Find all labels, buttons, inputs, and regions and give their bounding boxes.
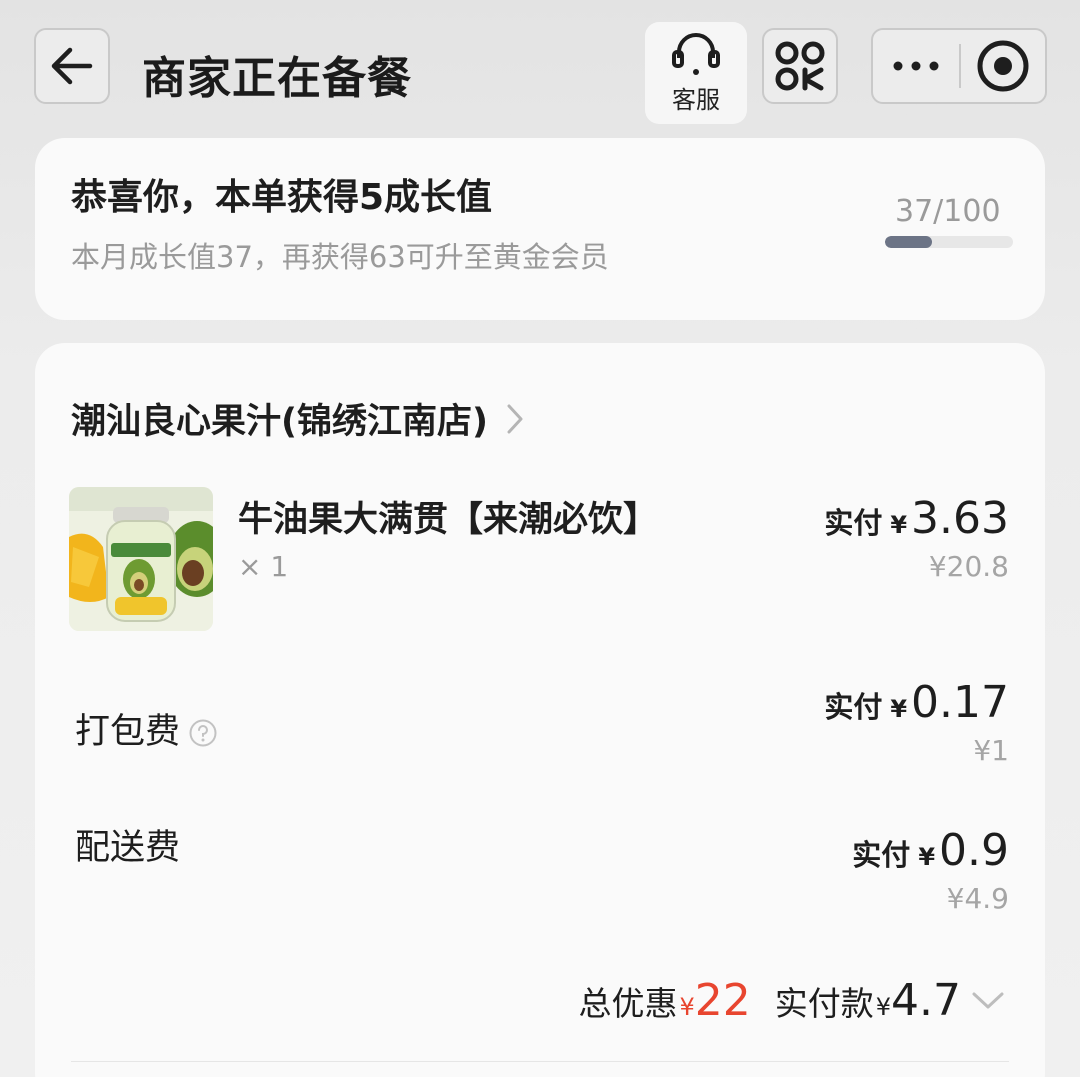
growth-progress-bar <box>885 236 1013 248</box>
chevron-right-icon <box>507 404 523 433</box>
original-price: ¥1 <box>973 734 1009 767</box>
back-button[interactable] <box>34 28 110 104</box>
shop-link[interactable]: 潮汕良心果汁(锦绣江南店) <box>71 393 524 444</box>
product-price: 实付 ¥ 3.63 ¥20.8 <box>824 493 1009 583</box>
page-title: 商家正在备餐 <box>142 53 412 104</box>
packing-fee-label: 打包费 <box>75 703 218 754</box>
close-mini-program-button[interactable] <box>961 30 1045 102</box>
currency-symbol: ¥ <box>890 695 908 723</box>
top-bar: 商家正在备餐 客服 <box>0 0 1080 130</box>
product-name: 牛油果大满贯【来潮必饮】 <box>238 500 659 540</box>
help-question-icon[interactable] <box>188 718 218 748</box>
qr-code-button[interactable] <box>762 28 838 104</box>
delivery-fee-label: 配送费 <box>75 828 181 868</box>
paid-label: 实付 <box>852 838 911 872</box>
packing-fee-text: 打包费 <box>75 712 181 752</box>
arrow-left-icon <box>51 47 93 85</box>
product-image[interactable] <box>69 487 213 631</box>
customer-service-label: 客服 <box>672 85 720 114</box>
delivery-fee-price: 实付 ¥ 0.9 ¥4.9 <box>852 825 1009 915</box>
paid-label: 实付 <box>824 690 883 724</box>
product-photo <box>69 487 213 631</box>
customer-service-button[interactable]: 客服 <box>645 22 747 124</box>
headset-icon <box>672 32 720 75</box>
growth-subtitle: 本月成长值37，再获得63可升至黄金会员 <box>71 240 609 274</box>
mini-program-capsule <box>871 28 1047 104</box>
growth-progress-text: 37/100 <box>895 194 1001 229</box>
currency-symbol: ¥ <box>875 993 892 1021</box>
order-card: 潮汕良心果汁(锦绣江南店) 牛油果大满贯【来潮必饮】 × 1 实付 ¥ 3.63… <box>35 343 1045 1077</box>
paid-label: 实付 <box>824 506 883 540</box>
total-pay-amount: 4.7 <box>891 975 961 1026</box>
total-pay-label: 实付款 <box>774 984 874 1023</box>
packing-fee-price: 实付 ¥ 0.17 ¥1 <box>824 677 1009 767</box>
paid-amount: 0.9 <box>939 825 1009 876</box>
divider <box>71 1061 1009 1062</box>
growth-progress-fill <box>885 236 933 248</box>
currency-symbol: ¥ <box>890 511 908 539</box>
original-price: ¥4.9 <box>946 882 1009 915</box>
more-dots-icon <box>893 61 939 71</box>
chevron-down-icon[interactable] <box>971 991 1005 1011</box>
product-quantity: × 1 <box>238 550 289 583</box>
shop-name: 潮汕良心果汁(锦绣江南店) <box>71 402 488 442</box>
currency-symbol: ¥ <box>679 993 695 1021</box>
growth-title: 恭喜你，本单获得5成长值 <box>71 177 493 218</box>
total-discount-amount: 22 <box>694 975 751 1026</box>
total-summary[interactable]: 总优惠 ¥ 22 实付款 ¥ 4.7 <box>578 975 1005 1026</box>
paid-amount: 0.17 <box>911 677 1009 728</box>
paid-amount: 3.63 <box>911 493 1009 544</box>
currency-symbol: ¥ <box>918 843 936 871</box>
original-price: ¥20.8 <box>928 550 1009 583</box>
target-circle-icon <box>977 40 1029 92</box>
qr-code-icon <box>775 41 825 91</box>
total-discount-label: 总优惠 <box>578 984 678 1023</box>
growth-value-card: 恭喜你，本单获得5成长值 本月成长值37，再获得63可升至黄金会员 37/100 <box>35 138 1045 320</box>
more-button[interactable] <box>873 30 959 102</box>
